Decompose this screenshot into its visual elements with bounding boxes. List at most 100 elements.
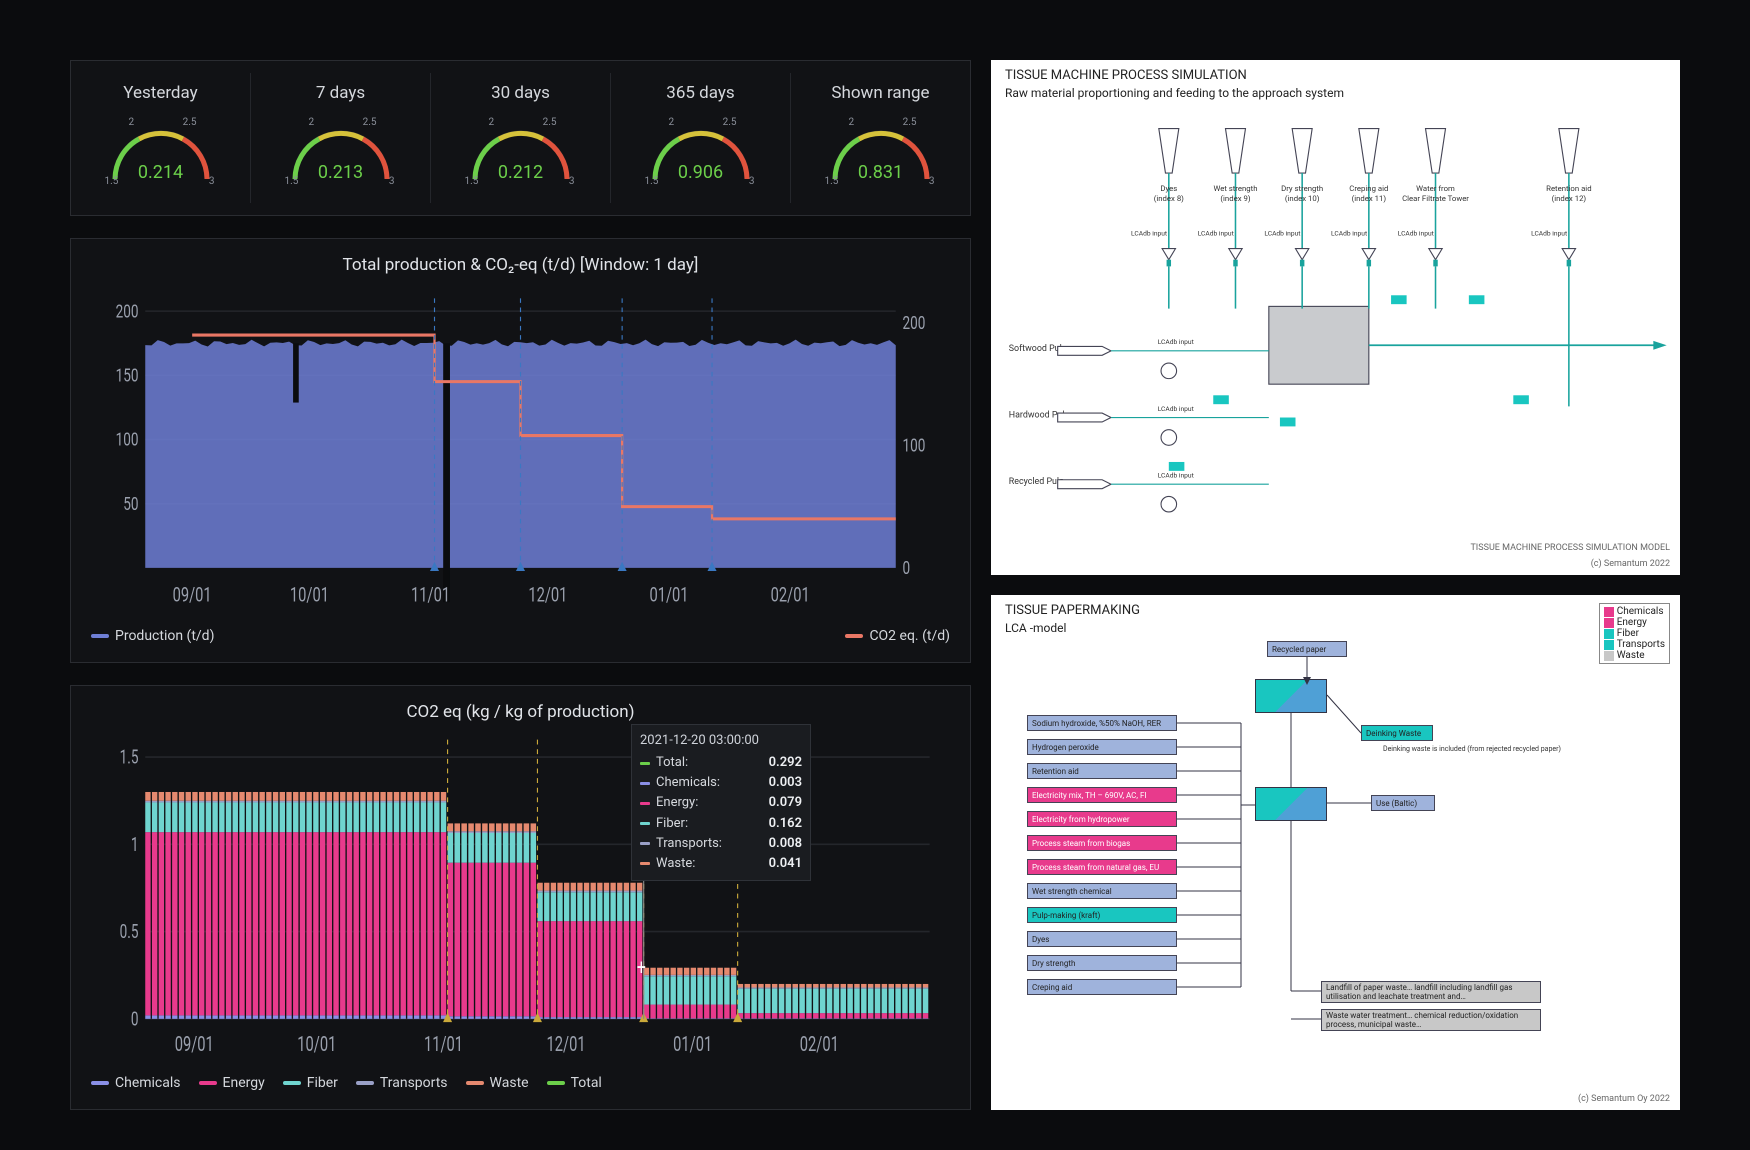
lca-box: Dyes <box>1027 931 1177 947</box>
svg-text:LCAdb input: LCAdb input <box>1131 229 1167 237</box>
svg-text:Wet strength: Wet strength <box>1213 184 1257 193</box>
svg-text:LCAdb input: LCAdb input <box>1398 229 1434 237</box>
legend-energy[interactable]: Energy <box>199 1075 265 1091</box>
gauge-7-days: 7 days 1.5 2 2.5 3 0.213 <box>251 73 431 203</box>
lca-box: Retention aid <box>1027 763 1177 779</box>
gauge-30-days: 30 days 1.5 2 2.5 3 0.212 <box>431 73 611 203</box>
gauge-label: 30 days <box>491 83 550 103</box>
lca-box: Landfill of paper waste… landfill includ… <box>1321 981 1541 1003</box>
legend-transports[interactable]: Transports <box>356 1075 448 1091</box>
svg-text:150: 150 <box>116 364 139 386</box>
gauge-label: 365 days <box>666 83 734 103</box>
svg-text:1: 1 <box>131 835 139 857</box>
svg-text:09/01: 09/01 <box>173 585 212 608</box>
legend-chemicals[interactable]: Chemicals <box>91 1075 181 1091</box>
chart2-tooltip: 2021-12-20 03:00:00 Total:0.292Chemicals… <box>631 724 811 881</box>
chart2-legend: Chemicals Energy Fiber Transports Waste Total <box>91 1075 950 1091</box>
chart2-title: CO2 eq (kg / kg of production) <box>91 702 950 722</box>
lca-box: Deinking Waste <box>1361 725 1433 741</box>
gauge-row-panel: Yesterday 1.5 2 2.5 3 0.214 7 days 1.5 <box>70 60 971 216</box>
gauge-value: 0.213 <box>281 162 401 183</box>
svg-text:LCAdb input: LCAdb input <box>1264 229 1300 237</box>
svg-text:100: 100 <box>116 429 139 451</box>
svg-text:LCAdb input: LCAdb input <box>1331 229 1367 237</box>
svg-text:LCAdb input: LCAdb input <box>1158 472 1194 480</box>
chart1-title: Total production & CO₂-eq (t/d) [Window:… <box>91 255 950 275</box>
gauge-value: 0.212 <box>461 162 581 183</box>
lca-box: Pulp-making (kraft) <box>1027 907 1177 923</box>
svg-text:200: 200 <box>903 312 926 334</box>
diagram2-title: TISSUE PAPERMAKING <box>1005 603 1140 618</box>
lca-box: Electricity from hydropower <box>1027 811 1177 827</box>
production-co2-chart-panel: Total production & CO₂-eq (t/d) [Window:… <box>70 238 971 663</box>
legend-co2eq[interactable]: CO2 eq. (t/d) <box>845 628 950 644</box>
legend-production[interactable]: Production (t/d) <box>91 628 214 644</box>
gauge-label: Shown range <box>831 83 929 103</box>
lca-box: Recycled paper <box>1267 641 1347 657</box>
diagram1-model-label: TISSUE MACHINE PROCESS SIMULATION MODEL <box>1470 543 1670 553</box>
svg-text:LCAdb input: LCAdb input <box>1158 405 1194 413</box>
svg-text:Water from: Water from <box>1416 184 1455 193</box>
svg-text:09/01: 09/01 <box>175 1032 214 1056</box>
lca-box: Process steam from natural gas, EU <box>1027 859 1177 875</box>
gauge-365-days: 365 days 1.5 2 2.5 3 0.906 <box>611 73 791 203</box>
svg-text:200: 200 <box>116 300 139 322</box>
svg-text:Recycled Pulp: Recycled Pulp <box>1009 477 1064 487</box>
svg-text:10/01: 10/01 <box>290 585 329 608</box>
svg-text:Creping aid: Creping aid <box>1349 184 1388 193</box>
lca-box: Sodium hydroxide, %50% NaOH, RER <box>1027 715 1177 731</box>
papermaking-block <box>1255 787 1327 821</box>
chart2-plot-area[interactable]: 1.510.50+09/0110/0111/0112/0101/0102/01 … <box>91 730 950 1067</box>
deinking-block <box>1255 679 1327 713</box>
tooltip-timestamp: 2021-12-20 03:00:00 <box>640 731 802 751</box>
gauge-value: 0.214 <box>101 162 221 183</box>
gauge-label: Yesterday <box>123 83 197 103</box>
svg-text:100: 100 <box>903 434 926 456</box>
svg-text:Retention aid: Retention aid <box>1546 184 1591 193</box>
lca-box: Dry strength <box>1027 955 1177 971</box>
svg-text:10/01: 10/01 <box>297 1032 336 1056</box>
gauge-yesterday: Yesterday 1.5 2 2.5 3 0.214 <box>71 73 251 203</box>
chart1-legend: Production (t/d) CO2 eq. (t/d) <box>91 628 950 644</box>
svg-text:12/01: 12/01 <box>528 585 567 608</box>
diagram1-title: TISSUE MACHINE PROCESS SIMULATION <box>1005 68 1247 83</box>
diagram2-subtitle: LCA -model <box>1005 621 1066 635</box>
svg-text:12/01: 12/01 <box>547 1032 586 1056</box>
diagram2-copyright: (c) Semantum Oy 2022 <box>1578 1094 1670 1104</box>
svg-text:LCAdb input: LCAdb input <box>1198 229 1234 237</box>
svg-text:01/01: 01/01 <box>650 585 689 608</box>
gauge-label: 7 days <box>316 83 365 103</box>
svg-text:02/01: 02/01 <box>771 585 810 608</box>
gauge-shown-range: Shown range 1.5 2 2.5 3 0.831 <box>791 73 970 203</box>
svg-text:50: 50 <box>123 493 138 515</box>
svg-text:0: 0 <box>903 557 911 579</box>
svg-text:(index 8): (index 8) <box>1154 194 1184 203</box>
lca-box: Waste water treatment… chemical reductio… <box>1321 1009 1541 1031</box>
svg-text:+: + <box>637 954 646 981</box>
svg-text:(index 12): (index 12) <box>1552 194 1587 203</box>
svg-text:01/01: 01/01 <box>673 1032 712 1056</box>
chart1-plot-area[interactable]: 20015010050200100009/0110/0111/0112/0101… <box>91 283 950 620</box>
svg-text:0.5: 0.5 <box>120 922 139 944</box>
diagram1-copyright: (c) Semantum 2022 <box>1591 559 1670 569</box>
lca-box: Process steam from biogas <box>1027 835 1177 851</box>
svg-text:LCAdb input: LCAdb input <box>1158 338 1194 346</box>
co2-per-kg-chart-panel: CO2 eq (kg / kg of production) 1.510.50+… <box>70 685 971 1110</box>
lca-model-diagram[interactable]: TISSUE PAPERMAKING LCA -model ChemicalsE… <box>991 595 1680 1110</box>
svg-text:(index 10): (index 10) <box>1285 194 1320 203</box>
lca-box: Use (Baltic) <box>1371 795 1435 811</box>
svg-text:(index 9): (index 9) <box>1220 194 1250 203</box>
svg-text:(index 11): (index 11) <box>1352 194 1387 203</box>
gauge-value: 0.831 <box>821 162 941 183</box>
svg-text:1.5: 1.5 <box>120 747 139 769</box>
svg-text:11/01: 11/01 <box>424 1032 463 1056</box>
lca-box: Hydrogen peroxide <box>1027 739 1177 755</box>
svg-text:LCAdb input: LCAdb input <box>1531 229 1567 237</box>
diagram1-subtitle: Raw material proportioning and feeding t… <box>1005 86 1344 100</box>
legend-waste[interactable]: Waste <box>466 1075 529 1091</box>
lca-box: Wet strength chemical <box>1027 883 1177 899</box>
legend-total[interactable]: Total <box>547 1075 602 1091</box>
process-simulation-diagram[interactable]: TISSUE MACHINE PROCESS SIMULATION Raw ma… <box>991 60 1680 575</box>
legend-fiber[interactable]: Fiber <box>283 1075 338 1091</box>
svg-text:Dry strength: Dry strength <box>1281 184 1323 193</box>
